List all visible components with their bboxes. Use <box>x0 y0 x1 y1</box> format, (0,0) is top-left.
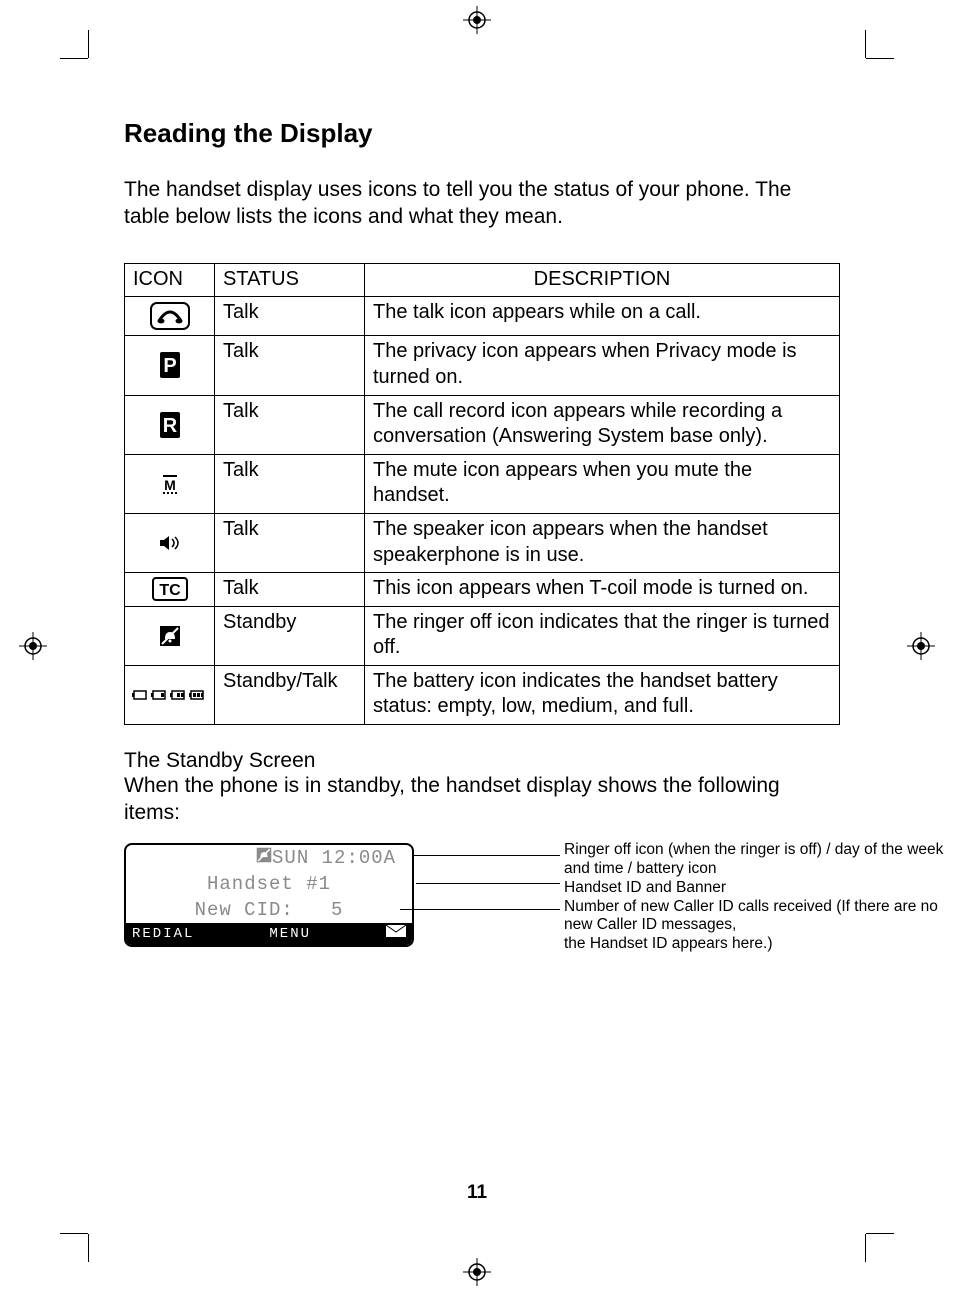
svg-text:TC: TC <box>159 582 181 599</box>
registration-mark-icon <box>463 6 491 34</box>
crop-mark-icon <box>60 58 88 59</box>
crop-mark-icon <box>865 1234 866 1262</box>
softkey-mid: MENU <box>194 926 386 942</box>
crop-mark-icon <box>60 1233 88 1234</box>
envelope-icon <box>386 925 406 942</box>
desc-cell: The mute icon appears when you mute the … <box>365 454 840 513</box>
table-row: TC Talk This icon appears when T-coil mo… <box>125 573 840 607</box>
svg-text:P: P <box>163 355 176 377</box>
callout-3b: the Handset ID appears here.) <box>564 935 954 954</box>
status-cell: Talk <box>215 395 365 454</box>
registration-mark-icon <box>19 632 47 660</box>
desc-cell: The talk icon appears while on a call. <box>365 297 840 336</box>
status-cell: Talk <box>215 513 365 572</box>
callout-list: Ringer off icon (when the ringer is off)… <box>564 841 954 954</box>
intro-paragraph: The handset display uses icons to tell y… <box>124 177 840 231</box>
standby-diagram: SUN 12:00A Handset #1 New CID: 5 REDIAL … <box>124 843 840 983</box>
page-number: 11 <box>0 1182 954 1204</box>
desc-cell: This icon appears when T-coil mode is tu… <box>365 573 840 607</box>
col-header-status: STATUS <box>215 263 365 297</box>
privacy-p-icon: P <box>125 336 215 395</box>
battery-icon <box>396 843 414 891</box>
crop-mark-icon <box>866 1233 894 1234</box>
status-cell: Standby <box>215 606 365 665</box>
lcd-day-time: SUN 12:00A <box>272 847 396 869</box>
record-r-icon: R <box>125 395 215 454</box>
leader-line-icon <box>416 883 560 884</box>
callout-2: Handset ID and Banner <box>564 879 954 898</box>
lcd-softkey-row: REDIAL MENU <box>126 923 412 945</box>
status-cell: Standby/Talk <box>215 665 365 724</box>
lcd-row-1: SUN 12:00A <box>126 845 412 871</box>
col-header-description: DESCRIPTION <box>365 263 840 297</box>
table-header-row: ICON STATUS DESCRIPTION <box>125 263 840 297</box>
standby-heading: The Standby Screen <box>124 749 840 773</box>
crop-mark-icon <box>88 1234 89 1262</box>
desc-cell: The battery icon indicates the handset b… <box>365 665 840 724</box>
tcoil-tc-icon: TC <box>125 573 215 607</box>
table-row: Talk The speaker icon appears when the h… <box>125 513 840 572</box>
mute-m-icon: M <box>125 454 215 513</box>
col-header-icon: ICON <box>125 263 215 297</box>
speaker-icon <box>125 513 215 572</box>
desc-cell: The privacy icon appears when Privacy mo… <box>365 336 840 395</box>
talk-phone-icon <box>125 297 215 336</box>
leader-line-icon <box>400 909 560 910</box>
registration-mark-icon <box>907 632 935 660</box>
crop-mark-icon <box>88 30 89 58</box>
page-title: Reading the Display <box>124 118 840 149</box>
status-cell: Talk <box>215 336 365 395</box>
callout-3: Number of new Caller ID calls received (… <box>564 898 954 936</box>
table-row: Standby The ringer off icon indicates th… <box>125 606 840 665</box>
softkey-left: REDIAL <box>132 926 194 942</box>
standby-intro: When the phone is in standby, the handse… <box>124 773 840 827</box>
table-row: R Talk The call record icon appears whil… <box>125 395 840 454</box>
page-content: Reading the Display The handset display … <box>124 118 840 983</box>
svg-text:R: R <box>162 415 177 437</box>
table-row: Standby/Talk The battery icon indicates … <box>125 665 840 724</box>
table-row: M Talk The mute icon appears when you mu… <box>125 454 840 513</box>
lcd-screen: SUN 12:00A Handset #1 New CID: 5 REDIAL … <box>124 843 414 947</box>
status-cell: Talk <box>215 454 365 513</box>
lcd-new-cid: New CID: 5 <box>126 897 412 923</box>
desc-cell: The ringer off icon indicates that the r… <box>365 606 840 665</box>
crop-mark-icon <box>866 58 894 59</box>
desc-cell: The speaker icon appears when the handse… <box>365 513 840 572</box>
ringer-off-icon <box>125 606 215 665</box>
battery-levels-icon <box>125 665 215 724</box>
status-cell: Talk <box>215 573 365 607</box>
crop-mark-icon <box>865 30 866 58</box>
desc-cell: The call record icon appears while recor… <box>365 395 840 454</box>
callout-1: Ringer off icon (when the ringer is off)… <box>564 841 954 879</box>
icon-status-table: ICON STATUS DESCRIPTION Talk The talk ic… <box>124 263 840 725</box>
status-cell: Talk <box>215 297 365 336</box>
registration-mark-icon <box>463 1258 491 1286</box>
table-row: P Talk The privacy icon appears when Pri… <box>125 336 840 395</box>
leader-line-icon <box>414 855 560 856</box>
svg-text:M: M <box>164 477 176 493</box>
table-row: Talk The talk icon appears while on a ca… <box>125 297 840 336</box>
